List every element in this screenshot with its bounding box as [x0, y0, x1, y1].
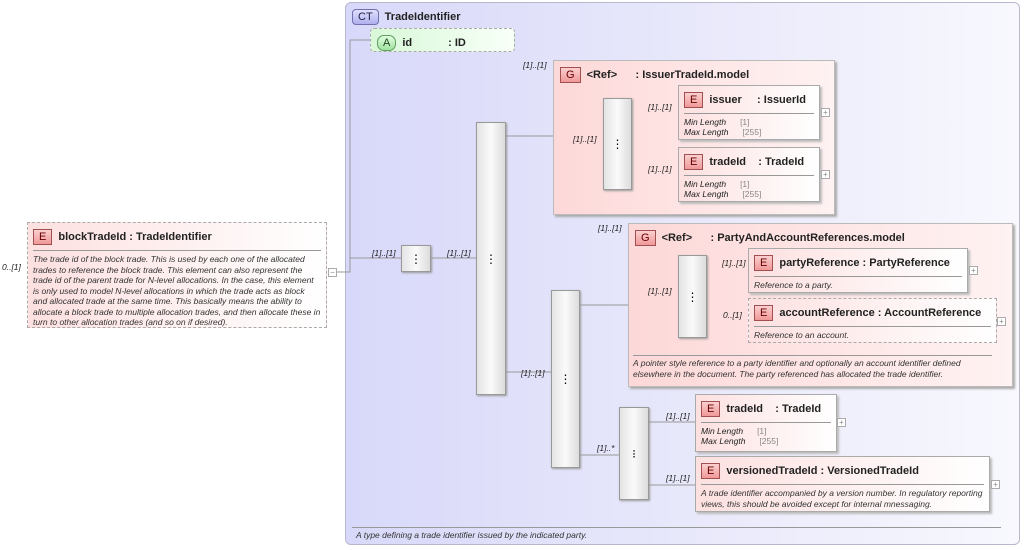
element-badge: E: [701, 463, 721, 479]
element-type: : VersionedTradeId: [817, 465, 919, 477]
sequence-icon: ⋮: [611, 137, 624, 151]
cardinality-label: [1]..[1]: [523, 60, 547, 70]
element-name: partyReference: [779, 257, 860, 269]
cardinality-label: 0..[1]: [723, 310, 742, 320]
element-description: The trade id of the block trade. This is…: [33, 254, 321, 327]
complex-type-description: A type defining a trade identifier issue…: [356, 530, 588, 540]
facet-value: [255]: [742, 127, 762, 137]
cardinality-label: [1]..[1]: [447, 248, 471, 258]
element-description: Reference to an account.: [754, 330, 849, 340]
element-name: accountReference: [779, 307, 875, 319]
element-name: tradeId: [726, 403, 764, 415]
element-badge: E: [684, 92, 704, 108]
facet-value: [1]: [740, 179, 750, 189]
group-ref: <Ref>: [661, 232, 693, 244]
element-type: : TradeId: [746, 156, 805, 168]
cardinality-label: [1]..[1]: [666, 411, 690, 421]
element-name: issuer: [709, 94, 742, 106]
element-name: tradeId: [709, 156, 747, 168]
element-blockTradeId[interactable]: EblockTradeId : TradeIdentifier The trad…: [27, 222, 327, 328]
facet: Min Length [1]: [684, 179, 814, 189]
element-tradeId[interactable]: EtradeId : TradeId Min Length [1] Max Lengt…: [678, 147, 820, 202]
attribute-badge: A: [377, 35, 397, 51]
element-partyReference[interactable]: EpartyReference : PartyReference Referenc…: [748, 248, 968, 293]
group-badge: G: [560, 67, 581, 83]
root-cardinality: 0..[1]: [2, 262, 21, 272]
complex-type-name: TradeIdentifier: [384, 11, 461, 23]
element-badge: E: [754, 305, 774, 321]
facet-label: Min Length: [701, 426, 744, 436]
element-accountReference[interactable]: EaccountReference : AccountReference Refe…: [748, 298, 997, 343]
element-type: : TradeIdentifier: [126, 231, 212, 243]
facet-label: Max Length: [701, 436, 746, 446]
facet-label: Min Length: [684, 179, 727, 189]
sequence-compositor[interactable]: ⋮: [678, 255, 707, 338]
sequence-compositor[interactable]: ⋮: [603, 98, 632, 190]
element-type: : AccountReference: [874, 307, 982, 319]
element-type: : PartyReference: [859, 257, 950, 269]
cardinality-label: [1]..[1]: [573, 134, 597, 144]
divider: [352, 527, 1001, 528]
sequence-compositor[interactable]: ⋮: [401, 245, 431, 272]
facet-value: [1]: [757, 426, 767, 436]
sequence-icon: ⋮: [686, 289, 699, 304]
element-issuer[interactable]: Eissuer : IssuerId Min Length [1] Max Lengt…: [678, 85, 820, 140]
group-ref: <Ref>: [586, 69, 618, 81]
cardinality-label: [1]..[1]: [722, 258, 746, 268]
facet-value: [255]: [759, 436, 779, 446]
element-name: versionedTradeId: [726, 465, 818, 477]
facet: Min Length [1]: [684, 117, 814, 127]
expand-button[interactable]: +: [837, 418, 846, 427]
choice-compositor[interactable]: ⁝: [619, 407, 649, 500]
expand-button[interactable]: +: [997, 317, 1006, 326]
facet-value: [1]: [740, 117, 750, 127]
element-name: blockTradeId: [58, 231, 127, 243]
element-description: A trade identifier accompanied by a vers…: [701, 488, 983, 509]
facet-label: Max Length: [684, 189, 729, 199]
expand-button[interactable]: +: [821, 108, 830, 117]
element-badge: E: [754, 255, 774, 271]
group-description: A pointer style reference to a party ide…: [633, 358, 961, 379]
cardinality-label: [1]..[1]: [598, 223, 622, 233]
facet: Max Length [255]: [684, 127, 814, 137]
cardinality-label: [1]..[1]: [648, 286, 672, 296]
cardinality-label: [1]..[1]: [648, 164, 672, 174]
sequence-icon: ⋮: [559, 372, 572, 386]
element-badge: E: [33, 229, 53, 245]
element-description: Reference to a party.: [754, 280, 833, 290]
complex-type-badge: CT: [352, 9, 379, 25]
attribute-type: : ID: [448, 37, 466, 49]
facet-value: [255]: [742, 189, 762, 199]
facet: Max Length [255]: [684, 189, 814, 199]
element-badge: E: [701, 401, 721, 417]
element-versionedTradeId[interactable]: EversionedTradeId : VersionedTradeId A tr…: [695, 456, 990, 512]
group-name: : IssuerTradeId.model: [617, 69, 750, 81]
facet: Min Length [1]: [701, 426, 831, 436]
cardinality-label: [1]..[1]: [372, 248, 396, 258]
element-type: : TradeId: [763, 403, 822, 415]
facet-label: Min Length: [684, 117, 727, 127]
cardinality-label: [1]..[1]: [666, 473, 690, 483]
facet: Max Length [255]: [701, 436, 831, 446]
sequence-icon: ⋮: [485, 251, 497, 266]
attribute-id[interactable]: Aid : ID: [370, 28, 515, 52]
choice-icon: ⁝: [632, 446, 636, 461]
collapse-button[interactable]: −: [328, 268, 337, 277]
cardinality-label: [1]..*: [597, 443, 615, 453]
sequence-compositor[interactable]: ⋮: [551, 290, 580, 468]
expand-button[interactable]: +: [821, 170, 830, 179]
element-tradeId[interactable]: EtradeId : TradeId Min Length [1] Max Lengt…: [695, 394, 837, 452]
element-type: : IssuerId: [741, 94, 806, 106]
cardinality-label: [1]..[1]: [648, 102, 672, 112]
element-badge: E: [684, 154, 704, 170]
sequence-compositor[interactable]: ⋮: [476, 122, 506, 395]
sequence-icon: ⋮: [410, 251, 422, 266]
expand-button[interactable]: +: [969, 266, 978, 275]
cardinality-label: [1]..[1]: [521, 368, 545, 378]
expand-button[interactable]: +: [991, 480, 1000, 489]
group-name: : PartyAndAccountReferences.model: [692, 232, 905, 244]
group-badge: G: [635, 230, 656, 246]
attribute-name: id: [402, 37, 413, 49]
facet-label: Max Length: [684, 127, 729, 137]
